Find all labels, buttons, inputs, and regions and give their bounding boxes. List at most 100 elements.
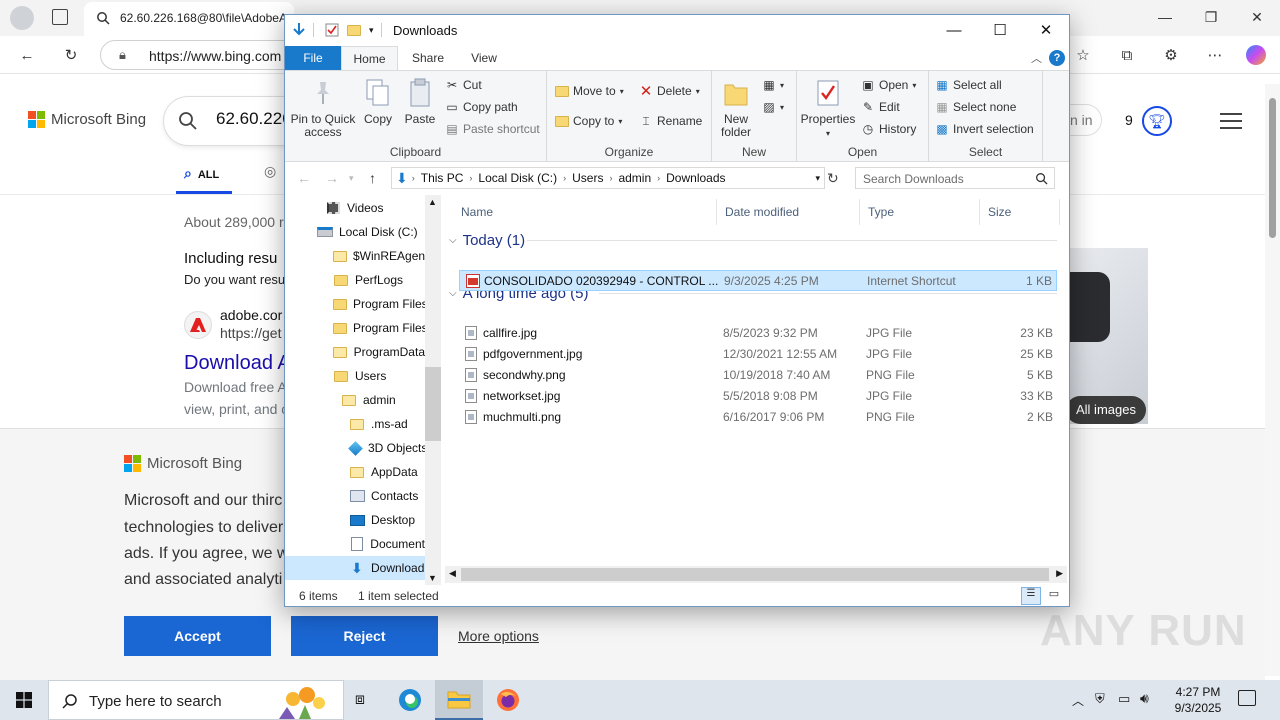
tab-view[interactable]: View — [457, 46, 511, 70]
nav-item[interactable]: Users — [285, 364, 425, 388]
rewards-trophy-icon[interactable]: 🏆︎ — [1142, 106, 1172, 136]
move-to-button[interactable]: Move to ▾ — [555, 81, 624, 101]
page-scrollbar[interactable] — [1265, 84, 1280, 676]
close-button[interactable]: ✕ — [1023, 15, 1069, 45]
breadcrumb-this-pc[interactable]: This PC — [417, 171, 468, 185]
more-menu-icon[interactable]: ⋯ — [1204, 44, 1226, 66]
file-row[interactable]: networkset.jpg 5/5/2018 9:08 PM JPG File 33… — [459, 386, 1057, 407]
new-item-icon[interactable]: ▦ ▾ — [762, 75, 784, 95]
browser-tab[interactable]: 62.60.226.168@80\file\AdobeA — [84, 2, 294, 36]
navigation-pane-scrollbar[interactable]: ▲ ▼ — [425, 195, 441, 585]
browser-restore-button[interactable]: ❐ — [1188, 0, 1234, 34]
nav-item[interactable]: Program Files — [285, 292, 428, 316]
minimize-button[interactable]: — — [931, 15, 977, 45]
column-date-modified[interactable]: Date modified — [717, 199, 860, 225]
all-images-button[interactable]: All images — [1066, 396, 1146, 424]
file-row[interactable]: secondwhy.png 10/19/2018 7:40 AM PNG File 5… — [459, 365, 1057, 386]
paste-button[interactable]: Paste — [399, 77, 441, 126]
address-dropdown-icon[interactable]: ▾ — [815, 173, 824, 184]
nav-item[interactable]: .ms-ad — [285, 412, 425, 436]
sign-in-button[interactable]: n in — [1068, 104, 1102, 136]
maximize-button[interactable]: ☐ — [977, 15, 1023, 45]
volume-icon[interactable]: 🔊︎ — [1140, 690, 1149, 707]
system-clock[interactable]: 4:27 PM 9/3/2025 — [1160, 684, 1236, 716]
nav-item[interactable]: admin — [285, 388, 425, 412]
cut-button[interactable]: ✂︎ Cut — [445, 75, 482, 95]
tab-file[interactable]: File — [285, 46, 341, 70]
task-view-icon[interactable]: ⧈ — [336, 680, 384, 720]
back-arrow-icon[interactable]: ← — [297, 170, 311, 186]
browser-minimize-button[interactable]: — — [1142, 0, 1188, 34]
nav-item[interactable]: ProgramData — [285, 340, 425, 364]
rename-button[interactable]: ⌶ Rename — [639, 111, 702, 131]
refresh-icon[interactable]: ↻ — [60, 44, 82, 66]
column-size[interactable]: Size — [980, 199, 1060, 225]
properties-button[interactable]: Properties ▾ — [799, 77, 857, 140]
nav-item[interactable]: Document — [285, 532, 425, 556]
horizontal-scrollbar[interactable]: ◀ ▶ — [445, 566, 1067, 583]
invert-selection-button[interactable]: ▩ Invert selection — [935, 119, 1033, 139]
accept-button[interactable]: Accept — [124, 616, 271, 656]
breadcrumb-users[interactable]: Users — [568, 171, 607, 185]
tab-actions-icon[interactable] — [52, 9, 68, 25]
collapse-ribbon-icon[interactable]: ︿ — [1031, 50, 1042, 66]
edit-button[interactable]: ✎ Edit — [861, 97, 900, 117]
start-windows-icon[interactable] — [0, 680, 48, 720]
nav-item[interactable]: Program Files — [285, 316, 428, 340]
column-name[interactable]: Name — [453, 199, 717, 225]
more-options-link[interactable]: More options — [458, 628, 539, 644]
profile-icon[interactable] — [10, 6, 34, 30]
new-folder-quick-icon[interactable] — [347, 21, 361, 39]
file-row[interactable]: pdfgovernment.jpg 12/30/2021 12:55 AM JPG … — [459, 344, 1057, 365]
up-arrow-icon[interactable]: ↑ — [369, 170, 376, 186]
breadcrumb-admin[interactable]: admin — [614, 171, 655, 185]
select-none-button[interactable]: ▦ Select none — [935, 97, 1016, 117]
pin-to-quick-access-button[interactable]: Pin to Quick access — [289, 77, 357, 139]
do-you-want-results[interactable]: Do you want resu — [184, 272, 285, 287]
file-row[interactable]: CONSOLIDADO 020392949 - CONTROL ... 9/3/2… — [459, 270, 1057, 291]
easy-access-icon[interactable]: ▨ ▾ — [762, 97, 784, 117]
address-bar[interactable]: 🔒︎ https://www.bing.com — [100, 40, 300, 70]
nav-item[interactable]: AppData — [285, 460, 425, 484]
taskbar-search-box[interactable]: Type here to search — [48, 680, 344, 720]
result-title-link[interactable]: Download A — [184, 352, 291, 375]
copy-to-button[interactable]: Copy to ▾ — [555, 111, 622, 131]
paste-shortcut-button[interactable]: ▤ Paste shortcut — [445, 119, 539, 139]
nav-item[interactable]: 3D Objects — [285, 436, 427, 460]
open-button[interactable]: ▣ Open ▾ — [861, 75, 916, 95]
reject-button[interactable]: Reject — [291, 616, 438, 656]
firefox-icon[interactable] — [484, 680, 532, 720]
help-icon[interactable]: ? — [1049, 50, 1065, 66]
notifications-icon[interactable] — [1238, 690, 1256, 706]
nav-item[interactable]: Desktop — [285, 508, 425, 532]
copy-path-button[interactable]: ▭ Copy path — [445, 97, 517, 117]
favorite-star-icon[interactable]: ☆ — [1072, 44, 1094, 66]
details-view-icon[interactable]: ☰ — [1021, 587, 1041, 605]
bing-logo[interactable]: Microsoft Bing — [28, 111, 146, 128]
nav-item[interactable]: Local Disk (C:) — [285, 220, 425, 244]
large-icons-view-icon[interactable]: ▭ — [1045, 587, 1063, 605]
breadcrumb-downloads[interactable]: Downloads — [662, 171, 729, 185]
edge-browser-icon[interactable] — [386, 680, 434, 720]
search-downloads-input[interactable]: Search Downloads — [855, 167, 1055, 189]
nav-item[interactable]: Contacts — [285, 484, 425, 508]
address-breadcrumb[interactable]: ⬇ › This PC › Local Disk (C:) › Users › adm… — [391, 167, 825, 189]
breadcrumb-local-disk[interactable]: Local Disk (C:) — [474, 171, 561, 185]
browser-close-button[interactable]: ✕ — [1234, 0, 1280, 34]
nav-item[interactable]: PerfLogs — [285, 268, 425, 292]
copy-button[interactable]: Copy — [357, 77, 399, 126]
tab-all[interactable]: ⌕ ALL — [184, 165, 219, 182]
extensions-icon[interactable]: ⚙ — [1160, 44, 1182, 66]
properties-quick-icon[interactable] — [325, 21, 339, 39]
tab-share[interactable]: Share — [399, 46, 457, 70]
copilot-icon[interactable] — [1246, 45, 1266, 65]
new-folder-button[interactable]: New folder — [716, 77, 756, 139]
refresh-icon[interactable]: ↻ — [827, 170, 839, 187]
customize-quick-access-icon[interactable]: ▾ — [369, 21, 374, 39]
nav-item[interactable]: ⬇ Download — [285, 556, 425, 580]
file-row[interactable]: callfire.jpg 8/5/2023 9:32 PM JPG File 23 K… — [459, 323, 1057, 344]
back-icon[interactable]: ← — [16, 44, 38, 66]
tab-home[interactable]: Home — [341, 46, 398, 70]
hamburger-menu-icon[interactable] — [1220, 113, 1242, 134]
security-icon[interactable]: ⛨ — [1095, 691, 1105, 707]
